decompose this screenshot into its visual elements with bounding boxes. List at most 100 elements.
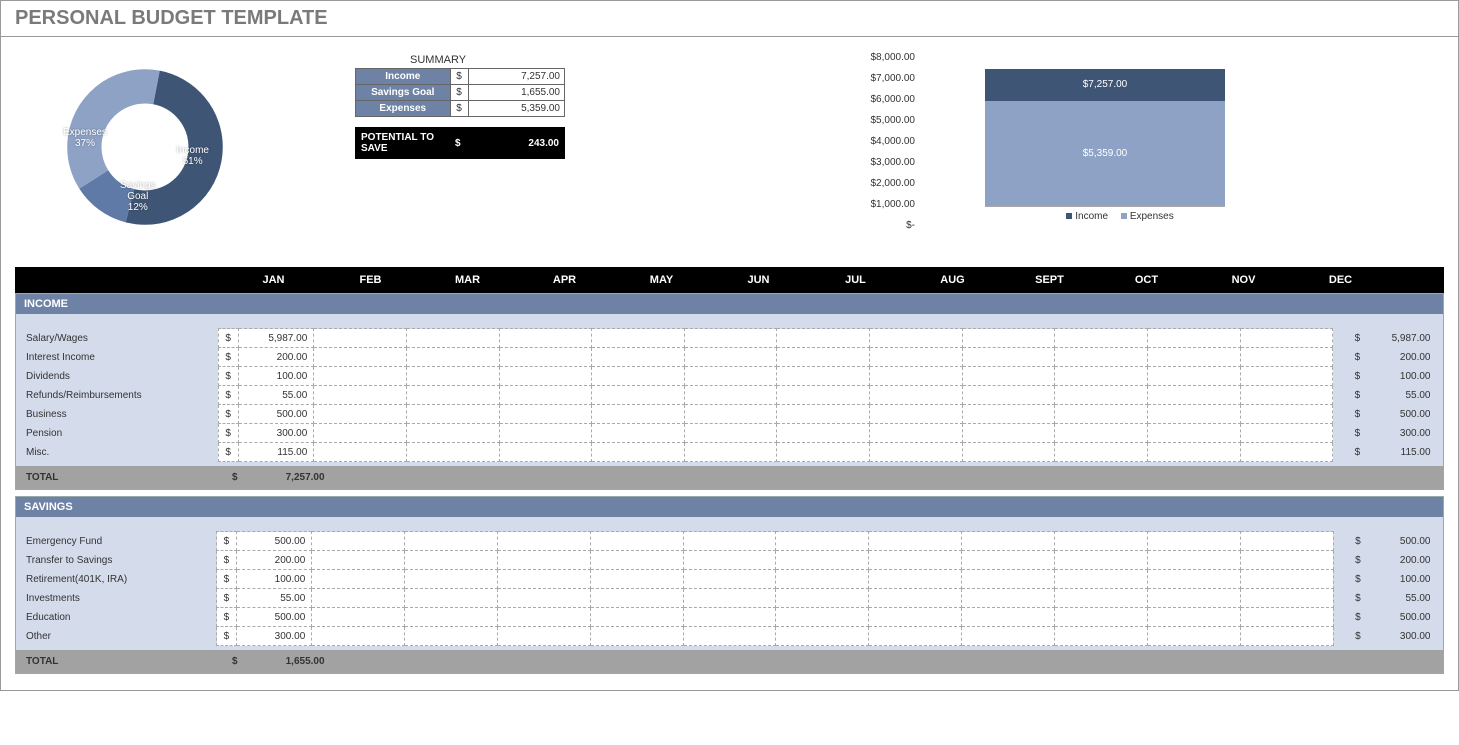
cell[interactable] bbox=[1240, 589, 1333, 608]
cell[interactable]: 5,987.00 bbox=[238, 329, 314, 348]
cell[interactable] bbox=[406, 367, 499, 386]
cell[interactable] bbox=[870, 367, 963, 386]
cell[interactable]: $ bbox=[218, 405, 238, 424]
cell[interactable] bbox=[1240, 405, 1333, 424]
cell[interactable] bbox=[312, 570, 405, 589]
cell[interactable] bbox=[405, 570, 498, 589]
cell[interactable] bbox=[684, 424, 777, 443]
cell[interactable] bbox=[962, 443, 1055, 462]
cell[interactable] bbox=[776, 551, 869, 570]
cell[interactable] bbox=[1147, 443, 1240, 462]
cell[interactable] bbox=[314, 348, 407, 367]
cell[interactable] bbox=[869, 551, 962, 570]
cell[interactable] bbox=[776, 627, 869, 646]
cell[interactable] bbox=[499, 386, 592, 405]
cell[interactable] bbox=[777, 386, 870, 405]
cell[interactable] bbox=[683, 532, 776, 551]
cell[interactable] bbox=[592, 329, 685, 348]
cell[interactable]: $ bbox=[218, 386, 238, 405]
cell[interactable] bbox=[776, 589, 869, 608]
cell[interactable] bbox=[405, 608, 498, 627]
cell[interactable] bbox=[684, 329, 777, 348]
cell[interactable] bbox=[1147, 348, 1240, 367]
cell[interactable]: $ bbox=[218, 424, 238, 443]
cell[interactable] bbox=[590, 570, 683, 589]
cell[interactable] bbox=[1055, 367, 1148, 386]
cell[interactable] bbox=[962, 329, 1055, 348]
cell[interactable] bbox=[590, 608, 683, 627]
cell[interactable] bbox=[1147, 570, 1240, 589]
cell[interactable] bbox=[1147, 329, 1240, 348]
cell[interactable] bbox=[870, 329, 963, 348]
cell[interactable] bbox=[1055, 424, 1148, 443]
cell[interactable] bbox=[777, 424, 870, 443]
cell[interactable] bbox=[683, 589, 776, 608]
cell[interactable] bbox=[499, 405, 592, 424]
cell[interactable] bbox=[1055, 443, 1148, 462]
cell[interactable] bbox=[592, 348, 685, 367]
cell[interactable] bbox=[777, 348, 870, 367]
cell[interactable] bbox=[870, 348, 963, 367]
cell[interactable] bbox=[962, 570, 1055, 589]
cell[interactable] bbox=[962, 532, 1055, 551]
cell[interactable]: 55.00 bbox=[236, 589, 311, 608]
cell[interactable] bbox=[870, 443, 963, 462]
cell[interactable] bbox=[1240, 551, 1333, 570]
cell[interactable]: 300.00 bbox=[236, 627, 311, 646]
cell[interactable] bbox=[590, 532, 683, 551]
cell[interactable] bbox=[962, 424, 1055, 443]
cell[interactable]: $ bbox=[218, 443, 238, 462]
cell[interactable] bbox=[405, 627, 498, 646]
cell[interactable] bbox=[499, 367, 592, 386]
cell[interactable]: 55.00 bbox=[238, 386, 314, 405]
cell[interactable] bbox=[869, 608, 962, 627]
cell[interactable] bbox=[406, 443, 499, 462]
cell[interactable] bbox=[312, 589, 405, 608]
cell[interactable]: $ bbox=[218, 348, 238, 367]
cell[interactable] bbox=[962, 608, 1055, 627]
cell[interactable] bbox=[405, 532, 498, 551]
cell[interactable] bbox=[962, 348, 1055, 367]
cell[interactable] bbox=[497, 570, 590, 589]
cell[interactable] bbox=[497, 608, 590, 627]
cell[interactable] bbox=[314, 424, 407, 443]
cell[interactable] bbox=[406, 424, 499, 443]
cell[interactable]: 115.00 bbox=[238, 443, 314, 462]
cell[interactable] bbox=[314, 386, 407, 405]
cell[interactable] bbox=[1055, 405, 1148, 424]
cell[interactable]: 300.00 bbox=[238, 424, 314, 443]
cell[interactable] bbox=[869, 570, 962, 589]
cell[interactable] bbox=[406, 348, 499, 367]
cell[interactable] bbox=[1147, 424, 1240, 443]
cell[interactable] bbox=[1055, 570, 1148, 589]
cell[interactable] bbox=[1055, 386, 1148, 405]
cell[interactable]: $ bbox=[217, 532, 237, 551]
cell[interactable] bbox=[962, 627, 1055, 646]
cell[interactable] bbox=[499, 424, 592, 443]
cell[interactable] bbox=[1055, 329, 1148, 348]
cell[interactable] bbox=[1147, 367, 1240, 386]
cell[interactable] bbox=[1240, 348, 1333, 367]
cell[interactable] bbox=[1147, 608, 1240, 627]
cell[interactable] bbox=[1147, 627, 1240, 646]
cell[interactable] bbox=[1240, 570, 1333, 589]
cell[interactable] bbox=[499, 348, 592, 367]
cell[interactable] bbox=[684, 367, 777, 386]
cell[interactable] bbox=[962, 405, 1055, 424]
cell[interactable] bbox=[1055, 589, 1148, 608]
cell[interactable] bbox=[1240, 532, 1333, 551]
cell[interactable] bbox=[1147, 551, 1240, 570]
cell[interactable] bbox=[1147, 405, 1240, 424]
cell[interactable] bbox=[683, 608, 776, 627]
cell[interactable] bbox=[405, 589, 498, 608]
cell[interactable] bbox=[592, 443, 685, 462]
cell[interactable] bbox=[777, 329, 870, 348]
cell[interactable] bbox=[406, 386, 499, 405]
cell[interactable]: $ bbox=[217, 570, 237, 589]
cell[interactable] bbox=[499, 443, 592, 462]
cell[interactable]: $ bbox=[217, 589, 237, 608]
cell[interactable] bbox=[312, 532, 405, 551]
cell[interactable] bbox=[869, 627, 962, 646]
cell[interactable]: $ bbox=[217, 551, 237, 570]
cell[interactable] bbox=[1240, 329, 1333, 348]
